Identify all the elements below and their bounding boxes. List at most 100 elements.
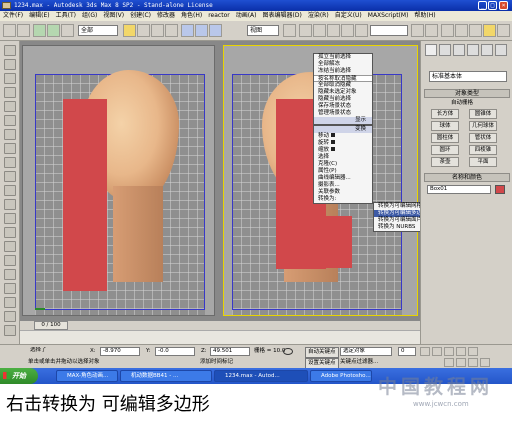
menu-move[interactable]: 移动: [314, 133, 372, 140]
material-editor-icon[interactable]: [455, 24, 468, 37]
rotate-icon[interactable]: [195, 24, 208, 37]
menu-curve-editor[interactable]: 曲线编辑器...: [314, 175, 372, 182]
object-type-rollout[interactable]: 对象类型: [424, 89, 510, 98]
menu-rendering[interactable]: 渲染(R): [305, 11, 332, 21]
windows-icon[interactable]: [4, 297, 16, 308]
cone-button[interactable]: 圆锥体: [469, 109, 497, 119]
menu-views[interactable]: 视图(V): [100, 11, 127, 21]
menu-unhide-by-name[interactable]: 按名称取消隐藏: [314, 75, 372, 82]
display-tab-icon[interactable]: [4, 101, 16, 112]
snap-toggle-icon[interactable]: [313, 24, 326, 37]
orbit-icon[interactable]: [468, 358, 478, 367]
next-frame-icon[interactable]: [456, 347, 466, 356]
maximize-viewport-icon[interactable]: [480, 358, 490, 367]
display-tab-icon[interactable]: [481, 44, 493, 56]
motion-tab-icon[interactable]: [467, 44, 479, 56]
selection-filter-dropdown[interactable]: 全部: [78, 25, 118, 36]
box-button[interactable]: 长方体: [431, 109, 459, 119]
utilities-tab-icon[interactable]: [495, 44, 507, 56]
go-to-end-icon[interactable]: [468, 347, 478, 356]
hierarchy-tab-icon[interactable]: [4, 73, 16, 84]
scale-icon[interactable]: [209, 24, 222, 37]
menu-save-scene-state[interactable]: 保存场景状态: [314, 103, 372, 110]
menu-select[interactable]: 选择: [314, 154, 372, 161]
menu-unhide-all[interactable]: 全部取消隐藏: [314, 82, 372, 89]
menu-maxscript[interactable]: MAXScript(M): [365, 11, 412, 21]
spacewarps-icon[interactable]: [4, 199, 16, 210]
key-icon[interactable]: [283, 348, 293, 355]
cameras-icon[interactable]: [4, 171, 16, 182]
quick-render-icon[interactable]: [483, 24, 496, 37]
menu-edit[interactable]: 编辑(E): [26, 11, 52, 21]
previous-frame-icon[interactable]: [432, 347, 442, 356]
menu-dope-sheet[interactable]: 摄影表...: [314, 182, 372, 189]
menu-create[interactable]: 创建(C): [127, 11, 154, 21]
menu-convert-to[interactable]: 转换为:: [314, 196, 372, 203]
plane-button[interactable]: 平面: [469, 157, 497, 167]
menu-help[interactable]: 帮助(H): [411, 11, 438, 21]
taskbar-item[interactable]: Adobe Photosho...: [310, 370, 372, 382]
menu-graph-editors[interactable]: 图表编辑器(D): [260, 11, 305, 21]
motion-tab-icon[interactable]: [4, 87, 16, 98]
menu-reactor[interactable]: reactor: [205, 11, 233, 21]
geosphere-button[interactable]: 几何球体: [469, 121, 497, 131]
viewport-left[interactable]: [22, 45, 215, 316]
menu-hide-selection[interactable]: 隐藏当前选择: [314, 96, 372, 103]
close-button[interactable]: ×: [499, 1, 508, 10]
percent-snap-icon[interactable]: [341, 24, 354, 37]
menu-character[interactable]: 角色(H): [178, 11, 205, 21]
shapes-icon[interactable]: [4, 143, 16, 154]
modify-tab-icon[interactable]: [439, 44, 451, 56]
pivot-center-icon[interactable]: [283, 24, 296, 37]
sphere-button[interactable]: 球体: [431, 121, 459, 131]
settings-icon[interactable]: [331, 147, 336, 151]
create-tab-icon[interactable]: [425, 44, 437, 56]
modify-tab-icon[interactable]: [4, 59, 16, 70]
bind-space-warp-icon[interactable]: [61, 24, 74, 37]
go-to-start-icon[interactable]: [420, 347, 430, 356]
x-coord-input[interactable]: -8.970: [100, 347, 140, 356]
pyramid-button[interactable]: 四棱锥: [469, 145, 497, 155]
menu-wire-parameters[interactable]: 关联参数: [314, 189, 372, 196]
auto-key-button[interactable]: 自动关键点: [305, 347, 339, 358]
object-color-swatch[interactable]: [495, 185, 505, 194]
menu-isolate-selection[interactable]: 孤立当前选择: [314, 54, 372, 61]
y-coord-input[interactable]: -0.0: [155, 347, 195, 356]
time-slider-thumb[interactable]: 0 / 100: [34, 321, 68, 330]
angle-snap-icon[interactable]: [327, 24, 340, 37]
zoom-icon[interactable]: [444, 358, 454, 367]
sphere-icon[interactable]: [4, 129, 16, 140]
menu-group[interactable]: 组(G): [79, 11, 100, 21]
menu-hide-unselected[interactable]: 隐藏未选定对象: [314, 89, 372, 96]
menu-manage-scene-states[interactable]: 管理场景状态: [314, 110, 372, 117]
teapot-icon[interactable]: [497, 24, 510, 37]
box-object[interactable]: [63, 99, 107, 291]
helpers-icon[interactable]: [4, 185, 16, 196]
play-icon[interactable]: [444, 347, 454, 356]
taskbar-item[interactable]: MAX-角色动画...: [56, 370, 118, 382]
curve-editor-icon[interactable]: [441, 24, 454, 37]
menu-clone[interactable]: 克隆(C): [314, 161, 372, 168]
maximize-button[interactable]: □: [488, 1, 497, 10]
menu-freeze-selection[interactable]: 冻结当前选择: [314, 68, 372, 75]
menu-file[interactable]: 文件(F): [0, 11, 26, 21]
selected-dropdown[interactable]: 选定对象: [340, 347, 392, 356]
aec-icon[interactable]: [4, 325, 16, 336]
name-color-rollout[interactable]: 名称和颜色: [424, 173, 510, 182]
spinner-snap-icon[interactable]: [355, 24, 368, 37]
settings-icon[interactable]: [331, 140, 336, 144]
patch-grids-icon[interactable]: [4, 255, 16, 266]
tube-button[interactable]: 管状体: [469, 133, 497, 143]
compound-icon[interactable]: [4, 227, 16, 238]
autogrid-checkbox[interactable]: 自动栅格: [451, 99, 473, 108]
primitive-type-dropdown[interactable]: 标准基本体: [429, 71, 507, 82]
select-object-icon[interactable]: [123, 24, 136, 37]
link-icon[interactable]: [33, 24, 46, 37]
reference-coord-dropdown[interactable]: 视图: [247, 25, 279, 36]
menu-modifiers[interactable]: 修改器: [154, 11, 178, 21]
torus-button[interactable]: 圆环: [431, 145, 459, 155]
render-scene-icon[interactable]: [469, 24, 482, 37]
rect-selection-icon[interactable]: [151, 24, 164, 37]
cylinder-button[interactable]: 圆柱体: [431, 133, 459, 143]
pan-icon[interactable]: [456, 358, 466, 367]
